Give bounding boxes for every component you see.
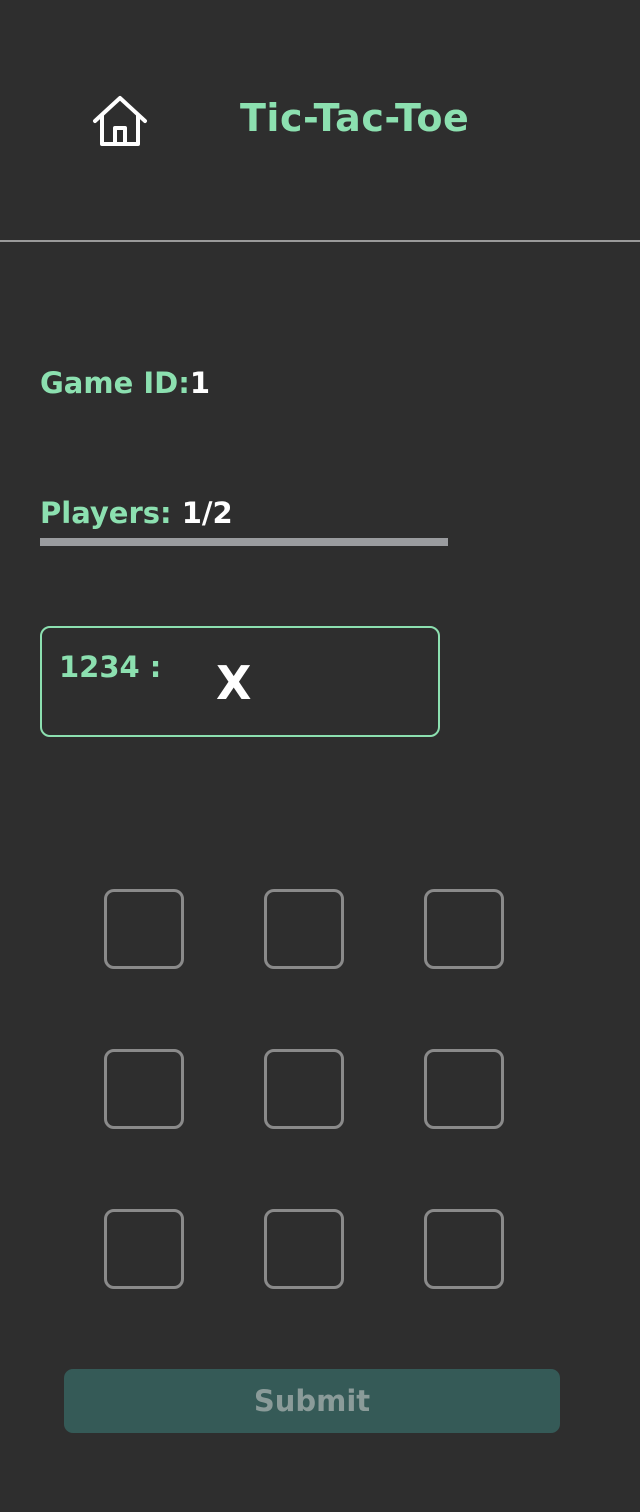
- player-card: 1234 : X: [40, 626, 440, 737]
- board-cell-2[interactable]: [264, 889, 344, 969]
- board-cell-3[interactable]: [424, 889, 504, 969]
- board-cell-5[interactable]: [264, 1049, 344, 1129]
- home-button[interactable]: [88, 90, 152, 150]
- board-cell-4[interactable]: [104, 1049, 184, 1129]
- game-id-label: Game ID:: [40, 366, 190, 400]
- players-label: Players:: [40, 496, 172, 530]
- player-symbol: X: [216, 656, 252, 710]
- app-header: Tic-Tac-Toe: [0, 0, 640, 242]
- players-value: 1/2: [181, 496, 233, 530]
- game-id-value: 1: [189, 366, 211, 400]
- tic-tac-toe-screen: Tic-Tac-Toe Game ID:1 Players: 1/2 1234 …: [0, 0, 640, 1512]
- game-board: [104, 889, 504, 1289]
- submit-button[interactable]: Submit: [64, 1369, 560, 1433]
- players-progress-bar: [40, 538, 448, 546]
- players-progress-fill: [40, 538, 448, 546]
- board-cell-6[interactable]: [424, 1049, 504, 1129]
- page-title: Tic-Tac-Toe: [240, 96, 470, 140]
- board-cell-7[interactable]: [104, 1209, 184, 1289]
- player-id: 1234 :: [59, 650, 162, 684]
- board-cell-1[interactable]: [104, 889, 184, 969]
- players-row: Players: 1/2: [40, 496, 233, 530]
- game-id-row: Game ID:1: [40, 366, 210, 400]
- board-cell-9[interactable]: [424, 1209, 504, 1289]
- home-icon: [93, 96, 147, 146]
- board-cell-8[interactable]: [264, 1209, 344, 1289]
